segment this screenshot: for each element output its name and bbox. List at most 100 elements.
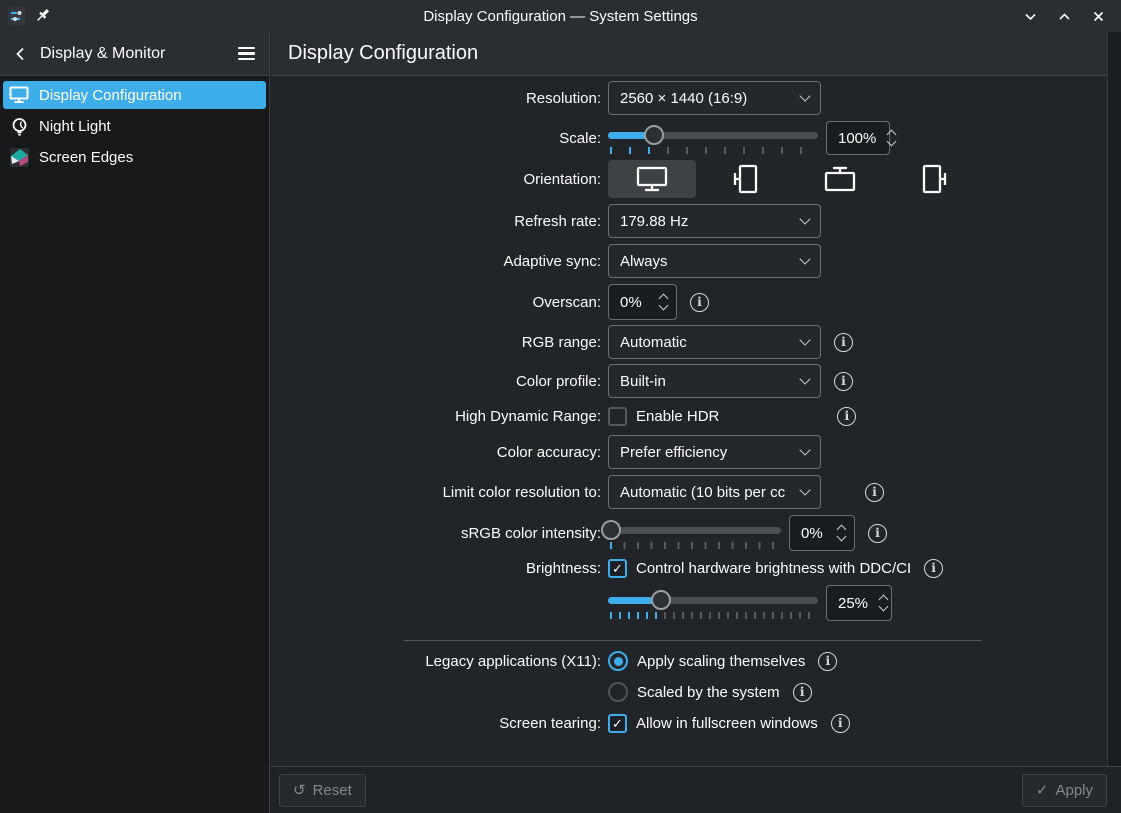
brightness-slider[interactable]: [608, 586, 818, 620]
sidebar-item-night-light[interactable]: Night Light: [3, 112, 266, 140]
info-icon[interactable]: i: [924, 558, 944, 578]
section-divider: [404, 640, 981, 641]
sidebar-list: Display Configuration Night Light Screen…: [0, 76, 269, 176]
limit-color-resolution-row: Limit color resolution to: Automatic (10…: [271, 475, 1107, 509]
spin-down-icon[interactable]: [886, 136, 897, 147]
page-header: Display Configuration: [271, 32, 1121, 76]
scaled-by-system-label: Scaled by the system: [637, 683, 780, 701]
info-icon[interactable]: i: [837, 406, 857, 426]
sidebar-item-label: Screen Edges: [39, 148, 134, 166]
back-button[interactable]: [8, 41, 34, 67]
pin-icon[interactable]: [36, 8, 52, 24]
adaptive-sync-label: Adaptive sync:: [503, 252, 601, 270]
info-icon[interactable]: i: [865, 482, 884, 502]
info-icon[interactable]: i: [818, 651, 838, 671]
slider-handle[interactable]: [650, 590, 671, 610]
system-settings-window: Display Configuration — System Settings …: [0, 0, 1121, 813]
orientation-row: Orientation:: [271, 160, 1107, 198]
screen-tearing-checkbox[interactable]: ✓: [608, 713, 627, 733]
app-icon[interactable]: [8, 7, 26, 25]
adaptive-sync-row: Adaptive sync: Always: [271, 244, 1107, 278]
night-light-icon: [9, 116, 29, 136]
legacy-apps-row: Legacy applications (X11): Apply scaling…: [271, 649, 1107, 673]
resolution-label: Resolution:: [525, 89, 601, 107]
spin-down-icon[interactable]: [878, 601, 889, 612]
scale-slider[interactable]: [608, 121, 818, 155]
hdr-label: High Dynamic Range:: [455, 407, 601, 425]
sidebar: Display & Monitor Display Configuration: [0, 32, 270, 813]
scale-row: Scale: 100%: [271, 121, 1107, 155]
color-profile-dropdown[interactable]: Built-in: [608, 364, 821, 398]
chevron-down-icon: [799, 213, 811, 225]
info-icon[interactable]: i: [834, 371, 853, 391]
sidebar-item-label: Night Light: [39, 117, 111, 135]
overscan-label: Overscan:: [532, 293, 601, 311]
spin-down-icon[interactable]: [658, 300, 669, 311]
legacy-apps-label: Legacy applications (X11):: [425, 652, 601, 670]
srgb-intensity-spinbox[interactable]: 0%: [789, 515, 855, 551]
apply-button[interactable]: ✓ Apply: [1021, 773, 1107, 807]
titlebar: Display Configuration — System Settings: [0, 0, 1121, 32]
orientation-landscape-button[interactable]: [608, 160, 696, 198]
window-title: Display Configuration — System Settings: [423, 7, 698, 25]
info-icon[interactable]: i: [868, 523, 887, 543]
scrollbar-gutter[interactable]: [1107, 32, 1121, 766]
apply-check-icon: ✓: [1035, 781, 1049, 799]
sidebar-item-screen-edges[interactable]: Screen Edges: [3, 143, 266, 171]
sidebar-title: Display & Monitor: [40, 44, 166, 62]
srgb-intensity-row: sRGB color intensity: 0% i: [271, 515, 1107, 551]
sidebar-item-display-configuration[interactable]: Display Configuration: [3, 81, 266, 109]
rgb-range-row: RGB range: Automatic i: [271, 325, 1107, 359]
info-icon[interactable]: i: [792, 682, 812, 702]
slider-ticks: [610, 147, 816, 154]
brightness-spinbox[interactable]: 25%: [826, 585, 892, 621]
info-icon[interactable]: i: [690, 292, 709, 312]
overscan-row: Overscan: 0% i: [271, 284, 1107, 320]
screen-tearing-checkbox-label: Allow in fullscreen windows: [636, 714, 818, 732]
orientation-portrait-flipped-button[interactable]: [890, 160, 978, 198]
rgb-range-dropdown[interactable]: Automatic: [608, 325, 821, 359]
color-accuracy-row: Color accuracy: Prefer efficiency: [271, 435, 1107, 469]
sidebar-header: Display & Monitor: [0, 32, 269, 76]
orientation-landscape-flipped-button[interactable]: [796, 160, 884, 198]
slider-ticks: [610, 612, 816, 619]
minimize-icon[interactable]: [1019, 5, 1041, 27]
chevron-down-icon: [799, 444, 811, 456]
slider-handle[interactable]: [601, 520, 622, 540]
orientation-group: [608, 160, 978, 198]
scaled-by-system-radio[interactable]: [608, 682, 628, 702]
hdr-checkbox[interactable]: [608, 406, 627, 426]
slider-ticks: [610, 542, 779, 549]
footer: ↺ Reset ✓ Apply: [271, 766, 1121, 813]
scale-spinbox[interactable]: 100%: [826, 121, 897, 155]
screen-tearing-label: Screen tearing:: [499, 714, 601, 732]
overscan-spinbox[interactable]: 0%: [608, 284, 677, 320]
brightness-slider-row: 25%: [271, 585, 1107, 621]
hamburger-menu-icon[interactable]: [233, 41, 259, 67]
resolution-dropdown[interactable]: 2560 × 1440 (16:9): [608, 81, 821, 115]
check-icon: ✓: [612, 715, 623, 731]
adaptive-sync-dropdown[interactable]: Always: [608, 244, 821, 278]
chevron-down-icon: [799, 484, 811, 496]
reset-button[interactable]: ↺ Reset: [279, 773, 366, 807]
srgb-intensity-label: sRGB color intensity:: [460, 524, 601, 542]
srgb-intensity-slider[interactable]: [601, 516, 781, 550]
brightness-ddc-checkbox[interactable]: ✓: [608, 558, 627, 578]
spin-down-icon[interactable]: [836, 531, 847, 542]
orientation-label: Orientation:: [523, 170, 601, 188]
info-icon[interactable]: i: [834, 332, 853, 352]
chevron-down-icon: [799, 253, 811, 265]
refresh-rate-dropdown[interactable]: 179.88 Hz: [608, 204, 821, 238]
brightness-label: Brightness:: [525, 559, 601, 577]
color-accuracy-dropdown[interactable]: Prefer efficiency: [608, 435, 821, 469]
close-icon[interactable]: [1087, 5, 1109, 27]
info-icon[interactable]: i: [830, 713, 850, 733]
limit-color-resolution-dropdown[interactable]: Automatic (10 bits per cc: [608, 475, 821, 509]
slider-handle[interactable]: [644, 125, 665, 145]
apply-scaling-themselves-radio[interactable]: [608, 651, 628, 671]
rgb-range-label: RGB range:: [521, 333, 601, 351]
orientation-portrait-button[interactable]: [702, 160, 790, 198]
check-icon: ✓: [612, 560, 623, 576]
refresh-rate-label: Refresh rate:: [514, 212, 601, 230]
maximize-icon[interactable]: [1053, 5, 1075, 27]
